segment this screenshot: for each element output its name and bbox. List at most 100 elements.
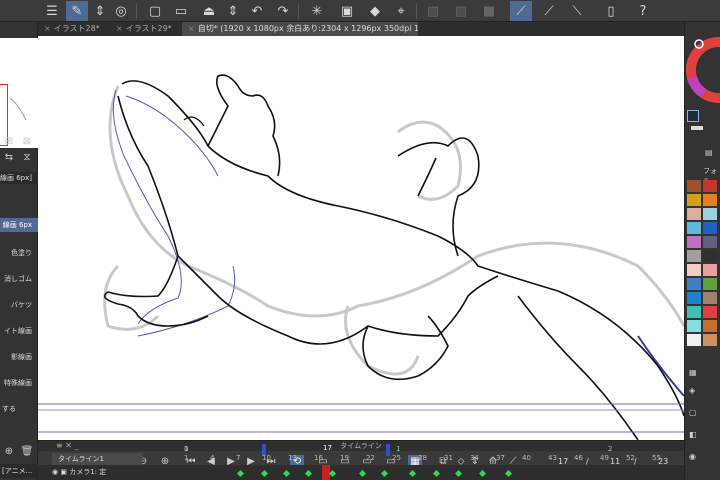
open-folder-icon[interactable]: ▭ [170, 1, 192, 21]
color-swatch[interactable] [687, 250, 701, 262]
frame-label-bottom: 2 [608, 445, 613, 453]
loading-icon[interactable]: ✳ [306, 1, 328, 21]
color-swatch[interactable] [687, 334, 701, 346]
subtool-light-line[interactable]: イト線画 [0, 324, 38, 338]
eye-icon[interactable]: ◉ [689, 452, 701, 462]
document-tabs: × イラスト28* × イラスト29* × 自切* (1920 x 1080px 余白… [38, 22, 684, 36]
help-icon[interactable]: ? [632, 1, 654, 21]
trash-icon[interactable]: 🗑 [20, 446, 34, 458]
color-swatch[interactable] [687, 306, 701, 318]
timeline-layer-row[interactable] [58, 445, 148, 453]
timeline-name[interactable]: タイムライン1 [52, 453, 142, 465]
pen-tool-icon[interactable]: ⟋ [510, 1, 532, 21]
tab-illust29[interactable]: × イラスト29* [110, 22, 182, 36]
color-swatch[interactable] [703, 292, 717, 304]
new-subtool-icon[interactable]: ⊕ [2, 446, 16, 458]
drawing-canvas[interactable] [38, 36, 684, 440]
subtool-shadow-line[interactable]: 影線画 [0, 350, 38, 364]
redo-icon[interactable]: ↷ [272, 1, 294, 21]
frame-label: 22 [366, 454, 375, 462]
color-swatch[interactable] [703, 320, 717, 332]
pen-icon[interactable]: ✎ [66, 1, 88, 21]
color-swatch[interactable] [687, 278, 701, 290]
tab-illust28[interactable]: × イラスト28* [38, 22, 110, 36]
brush-tool-icon[interactable]: ⟋ [538, 1, 560, 21]
clear-icon[interactable]: ▣ [336, 1, 358, 21]
undo-icon[interactable]: ↶ [246, 1, 268, 21]
frame-label: 52 [626, 454, 635, 462]
palette-icon[interactable]: ▤ [705, 148, 717, 158]
subtool-header: 線画 6px] [0, 172, 38, 184]
subtool-special-line[interactable]: 特殊線画 [0, 376, 38, 390]
color-swatch[interactable] [687, 320, 701, 332]
color-swatch[interactable] [687, 236, 701, 248]
select-icon[interactable]: ▨ [422, 1, 444, 21]
device-icon[interactable]: ▯ [600, 1, 622, 21]
subtool-line-6px[interactable]: 線画 6px [0, 218, 38, 232]
color-swatch[interactable] [703, 334, 717, 346]
color-swatch[interactable] [687, 180, 701, 192]
new-file-icon[interactable]: ▢ [144, 1, 166, 21]
onion-skin-blue [112, 89, 182, 325]
brush-icon[interactable]: ◎ [110, 1, 132, 21]
timeline-panel: タイムライン ≡ ✕ _ ⊞ ⊟ ▣ ⊖ ⊕ ⏮ ◀ ▶ ▶ ⏭ ⟲ ▭ ▭ ▭… [38, 440, 684, 480]
color-swatch[interactable] [687, 208, 701, 220]
color-swatch[interactable] [703, 236, 717, 248]
frame-label: 49 [600, 454, 609, 462]
color-swatch[interactable] [703, 208, 717, 220]
color-swatch[interactable] [703, 222, 717, 234]
subtool-coloring[interactable]: 色塗り [0, 246, 38, 260]
color-swatch[interactable] [687, 292, 701, 304]
close-icon[interactable]: × [44, 24, 51, 33]
frame-label: 34 [470, 454, 479, 462]
main-color-swatch[interactable] [687, 110, 699, 122]
frame-label-bottom: 1 [184, 445, 189, 453]
lock-icon[interactable]: ◧ [689, 430, 701, 440]
end-frame-marker[interactable] [386, 444, 390, 456]
color-swatch[interactable] [703, 278, 717, 290]
color-swatch[interactable] [703, 180, 717, 192]
color-swatch[interactable] [703, 250, 717, 262]
color-wheel[interactable] [685, 28, 720, 108]
color-swatch[interactable] [687, 194, 701, 206]
subtool-eraser[interactable]: 消しゴム [0, 272, 38, 286]
toolbar-divider [136, 3, 137, 19]
grid-icon[interactable]: ■ [478, 1, 500, 21]
sub-color-swatch[interactable] [691, 126, 703, 130]
chevrons-icon-2[interactable]: ⇕ [222, 1, 244, 21]
chevrons-icon[interactable]: ⇕ [89, 1, 111, 21]
right-panel: ▤ フォル ▦ ◈ ▢ ◧ ◉ [684, 22, 720, 480]
gecko-outline [121, 80, 684, 417]
toolbar-divider [298, 3, 299, 19]
color-swatch[interactable] [703, 194, 717, 206]
color-swatch[interactable] [687, 264, 701, 276]
camera-track-label[interactable]: ◉ ▣ カメラ1: 定 [52, 466, 152, 478]
fill-icon[interactable]: ◆ [364, 1, 386, 21]
navigator-thumbnail [9, 97, 27, 121]
eye-icon[interactable]: ◉ [52, 468, 58, 476]
rotate-icon[interactable]: ⇆ [2, 152, 16, 164]
color-swatch[interactable] [687, 222, 701, 234]
tab-label: イラスト28* [53, 24, 100, 33]
ruler-icon[interactable]: ▨ [450, 1, 472, 21]
transform-icon[interactable]: ⌖ [390, 1, 412, 21]
subtool-misc[interactable]: する [0, 402, 38, 416]
subtool-bucket[interactable]: バケツ [0, 298, 38, 312]
tab-active-document[interactable]: × 自切* (1920 x 1080px 余白あり:2304 x 1296px 3… [182, 22, 418, 36]
menu-icon[interactable]: ☰ [41, 1, 63, 21]
line-tool-icon[interactable]: ⟍ [566, 1, 588, 21]
save-icon[interactable]: ⏏ [198, 1, 220, 21]
color-swatch[interactable] [703, 306, 717, 318]
close-icon[interactable]: × [188, 24, 195, 33]
frame-label: 25 [392, 454, 401, 462]
mask-icon[interactable]: ▢ [689, 408, 701, 418]
layer-icon[interactable]: ▦ [689, 368, 701, 378]
layers-icon[interactable]: ◈ [689, 386, 701, 396]
zoom-icon[interactable]: ⊞ [2, 136, 16, 148]
main-toolbar: ☰ ✎ ⇕ ◎ ▢ ▭ ⏏ ⇕ ↶ ↷ ✳ ▣ ◆ ⌖ ▨ ▨ ■ ⟋ ⟋ ⟍ … [0, 0, 720, 22]
fit-icon[interactable]: ⊠ [20, 136, 34, 148]
close-icon[interactable]: × [116, 24, 123, 33]
flip-icon[interactable]: ⧖ [20, 152, 34, 164]
color-swatch[interactable] [703, 264, 717, 276]
left-panel: ⊞ ⊠ ⇆ ⧖ 線画 6px] 線画 6px 色塗り 消しゴム バケツ イト線画… [0, 22, 38, 480]
